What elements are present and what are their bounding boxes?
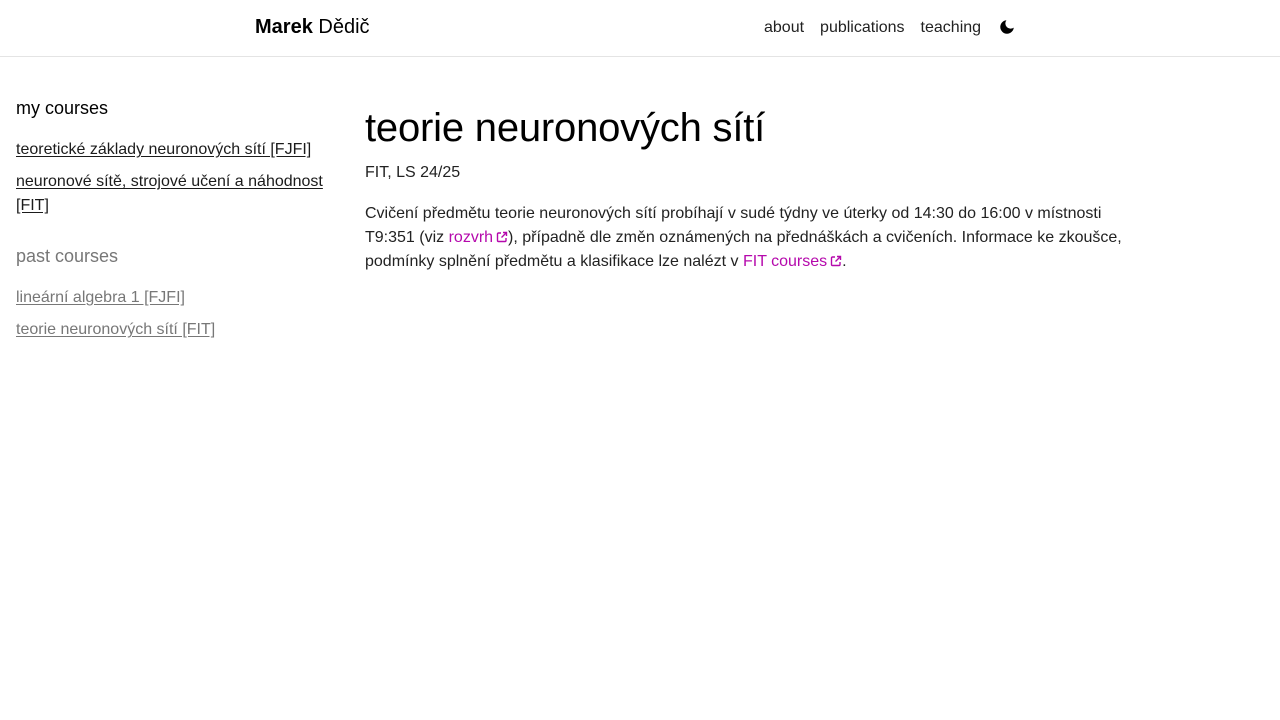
fit-courses-link[interactable]: FIT courses [743,253,842,270]
course-subtitle: FIT, LS 24/25 [365,164,461,181]
list-item: neuronové sítě, strojové učení a náhodno… [16,170,326,218]
my-courses-list: teoretické základy neuronových sítí [FJF… [16,138,326,218]
nav-teaching[interactable]: teaching [921,19,982,37]
site-brand[interactable]: Marek Dědič [255,16,370,39]
course-link[interactable]: neuronové sítě, strojové učení a náhodno… [16,173,323,214]
course-link[interactable]: teoretické základy neuronových sítí [FJF… [16,141,311,158]
rozvrh-link-label: rozvrh [448,229,494,246]
main-content: teorie neuronových sítí FIT, LS 24/25 Cv… [365,104,1125,274]
fit-courses-link-label: FIT courses [742,253,828,270]
sidebar: my courses teoretické základy neuronovýc… [16,98,326,350]
brand-last-name: Dědič [318,16,370,38]
moon-icon [1000,20,1014,34]
nav-about[interactable]: about [764,19,804,37]
course-link[interactable]: teorie neuronových sítí [FIT] [16,321,215,338]
rozvrh-link[interactable]: rozvrh [449,229,508,246]
navbar: Marek Dědič about publications teaching [0,0,1280,57]
brand-first-name: Marek [255,16,313,38]
external-link-icon [496,231,508,243]
nav-publications[interactable]: publications [820,19,905,37]
list-item: teoretické základy neuronových sítí [FJF… [16,138,326,162]
list-item: lineární algebra 1 [FJFI] [16,286,326,310]
description-text: . [842,253,847,270]
course-link[interactable]: lineární algebra 1 [FJFI] [16,289,185,306]
theme-toggle-button[interactable] [997,17,1017,37]
list-item: teorie neuronových sítí [FIT] [16,318,326,342]
external-link-icon [830,255,842,267]
my-courses-heading: my courses [16,98,109,118]
main-nav: about publications teaching [764,18,1017,37]
course-description: Cvičení předmětu teorie neuronových sítí… [365,202,1125,274]
past-courses-heading: past courses [16,246,119,266]
past-courses-list: lineární algebra 1 [FJFI] teorie neurono… [16,286,326,342]
page-title: teorie neuronových sítí [365,106,766,150]
